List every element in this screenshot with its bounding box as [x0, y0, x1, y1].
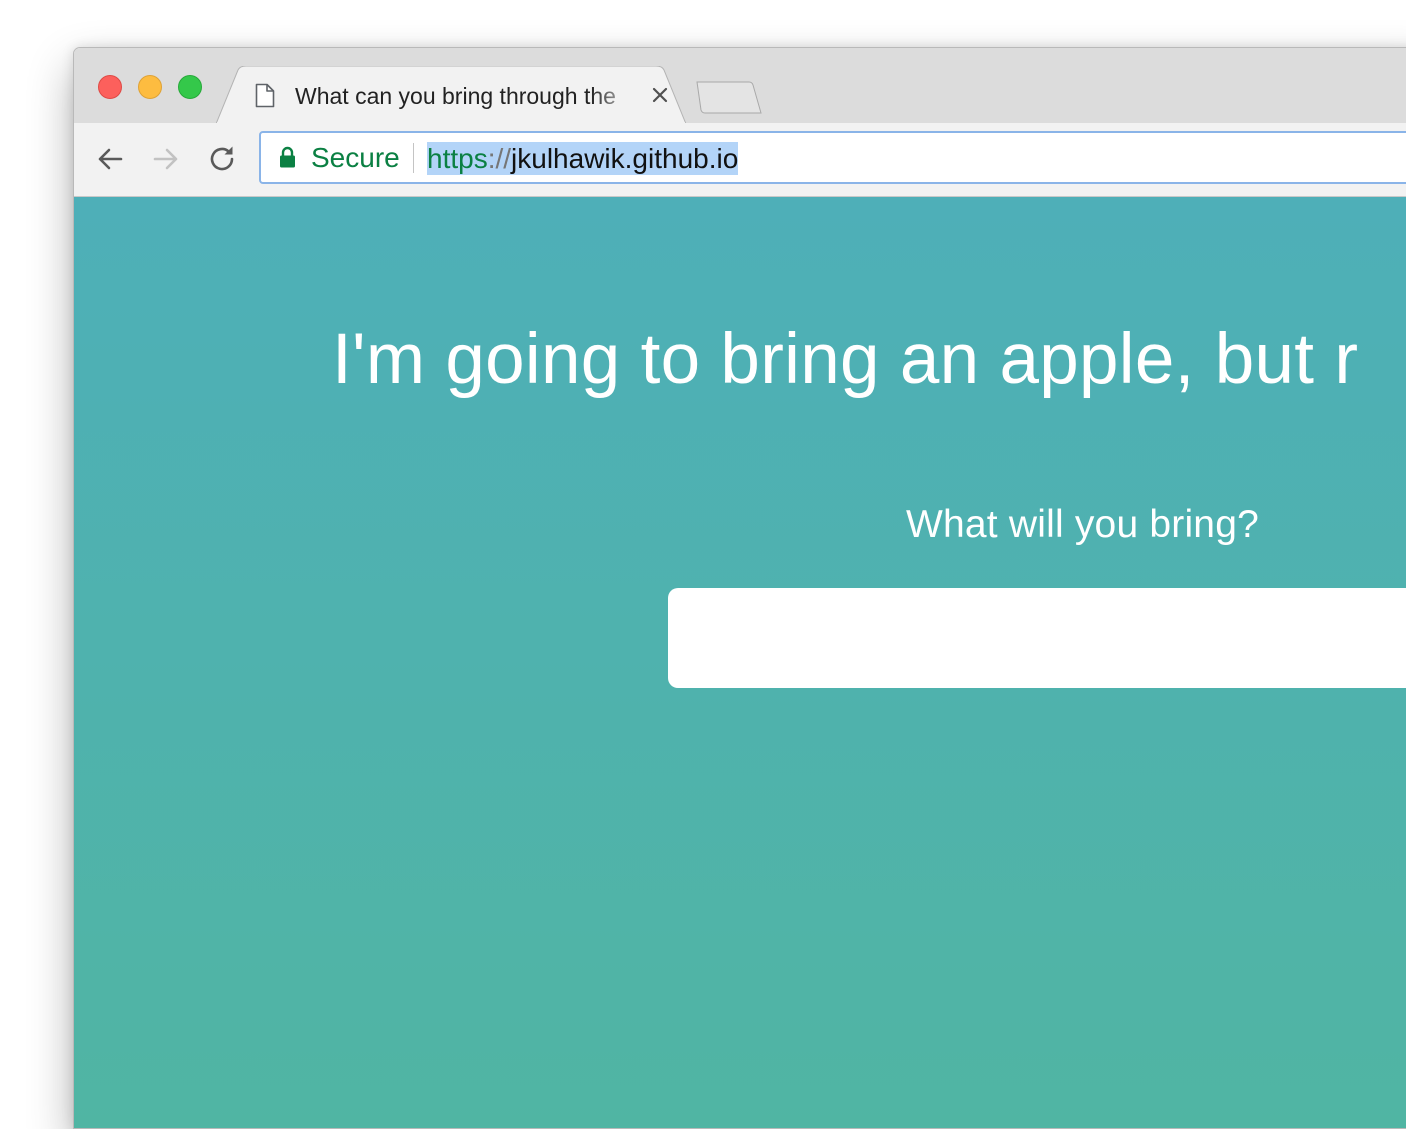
address-bar[interactable]: Secure https://jkulhawik.github.io	[259, 131, 1406, 184]
close-window-button[interactable]	[98, 75, 122, 99]
back-arrow-icon[interactable]	[94, 143, 126, 175]
lock-icon	[280, 146, 295, 168]
page-viewport: I'm going to bring an apple, but r What …	[74, 197, 1406, 1128]
tab-close-icon[interactable]	[649, 84, 671, 106]
tab-title: What can you bring through the	[295, 83, 616, 109]
new-tab-button[interactable]	[694, 81, 764, 114]
browser-window: What can you bring through the Secure ht…	[73, 47, 1406, 1129]
omnibox-divider	[413, 143, 414, 173]
url-host: jkulhawik.github.io	[511, 143, 739, 174]
prompt-label: What will you bring?	[906, 503, 1259, 546]
tab-strip: What can you bring through the	[74, 48, 1406, 124]
url-text[interactable]: https://jkulhawik.github.io	[427, 142, 739, 175]
forward-arrow-icon[interactable]	[150, 143, 182, 175]
reload-icon[interactable]	[206, 143, 238, 175]
security-label[interactable]: Secure	[311, 142, 400, 174]
url-scheme: https	[427, 143, 488, 174]
document-icon	[255, 83, 275, 108]
minimize-window-button[interactable]	[138, 75, 162, 99]
answer-input[interactable]	[668, 588, 1406, 688]
url-separator: ://	[487, 143, 512, 174]
page-headline: I'm going to bring an apple, but r	[332, 320, 1359, 399]
maximize-window-button[interactable]	[178, 75, 202, 99]
browser-toolbar: Secure https://jkulhawik.github.io	[74, 123, 1406, 197]
active-tab[interactable]: What can you bring through the	[249, 66, 679, 124]
